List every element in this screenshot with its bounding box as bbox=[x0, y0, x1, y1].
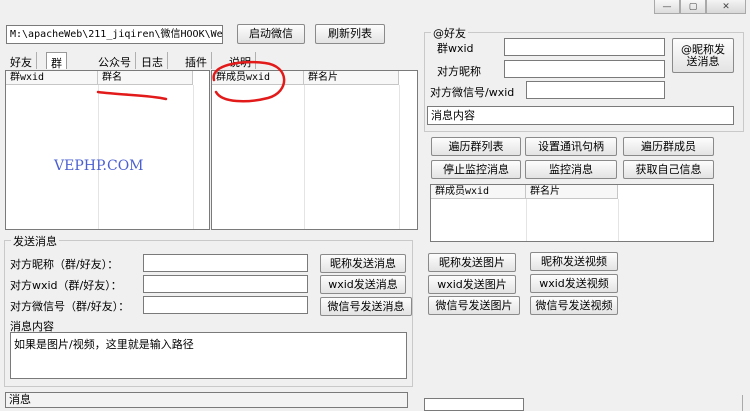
send-by-nickname-button[interactable]: 昵称发送消息 bbox=[320, 254, 406, 273]
send-by-wechat-button[interactable]: 微信号发送消息 bbox=[320, 297, 412, 316]
group-wxid-input[interactable] bbox=[504, 38, 665, 56]
status-bar: 消息 bbox=[5, 392, 408, 408]
at-friend-title: @好友 bbox=[431, 25, 468, 41]
send-message-title: 发送消息 bbox=[11, 233, 59, 249]
right-member-list[interactable]: 群成员wxid 群名片 bbox=[430, 184, 714, 242]
send-image-by-wxid-button[interactable]: wxid发送图片 bbox=[428, 275, 516, 294]
at-message-input[interactable]: 消息内容 bbox=[427, 106, 734, 125]
send-video-by-wxid-button[interactable]: wxid发送视频 bbox=[530, 274, 618, 293]
send-wechat-input[interactable] bbox=[143, 296, 308, 314]
monitor-button[interactable]: 监控消息 bbox=[525, 160, 617, 179]
send-wechat-label: 对方微信号（群/好友）： bbox=[10, 300, 130, 313]
send-content-textarea[interactable]: 如果是图片/视频，这里就是输入路径 bbox=[10, 332, 407, 379]
stop-monitor-button[interactable]: 停止监控消息 bbox=[431, 160, 521, 179]
send-video-by-wechat-button[interactable]: 微信号发送视频 bbox=[530, 296, 618, 315]
send-video-by-nickname-button[interactable]: 昵称发送视频 bbox=[530, 252, 618, 271]
get-self-info-button[interactable]: 获取自己信息 bbox=[623, 160, 714, 179]
set-handle-button[interactable]: 设置通讯句柄 bbox=[525, 137, 617, 156]
status-bar-secondary bbox=[424, 398, 524, 411]
send-wxid-input[interactable] bbox=[143, 275, 308, 293]
iterate-members-button[interactable]: 遍历群成员 bbox=[623, 137, 714, 156]
send-image-by-nickname-button[interactable]: 昵称发送图片 bbox=[428, 253, 516, 272]
nickname-label: 对方昵称 bbox=[437, 65, 481, 78]
column-right-member-wxid[interactable]: 群成员wxid bbox=[431, 185, 526, 199]
send-nickname-input[interactable] bbox=[143, 254, 308, 272]
group-wxid-label: 群wxid bbox=[437, 42, 474, 55]
at-send-button[interactable]: @昵称发送消息 bbox=[672, 38, 734, 73]
column-right-member-card[interactable]: 群名片 bbox=[526, 185, 618, 199]
send-wxid-label: 对方wxid（群/好友）： bbox=[10, 279, 122, 292]
bottom-right-edge bbox=[742, 395, 750, 411]
wechat-id-input[interactable] bbox=[526, 81, 665, 99]
nickname-input[interactable] bbox=[504, 60, 665, 78]
send-by-wxid-button[interactable]: wxid发送消息 bbox=[320, 275, 406, 294]
send-nickname-label: 对方昵称（群/好友）： bbox=[10, 258, 119, 271]
wechat-id-label: 对方微信号/wxid bbox=[430, 86, 515, 99]
iterate-groups-button[interactable]: 遍历群列表 bbox=[431, 137, 521, 156]
red-circle-mark bbox=[212, 60, 286, 103]
red-underline-mark bbox=[96, 90, 168, 101]
list-column-divider bbox=[618, 199, 619, 241]
list-column-divider bbox=[526, 199, 527, 241]
send-image-by-wechat-button[interactable]: 微信号发送图片 bbox=[428, 296, 520, 315]
